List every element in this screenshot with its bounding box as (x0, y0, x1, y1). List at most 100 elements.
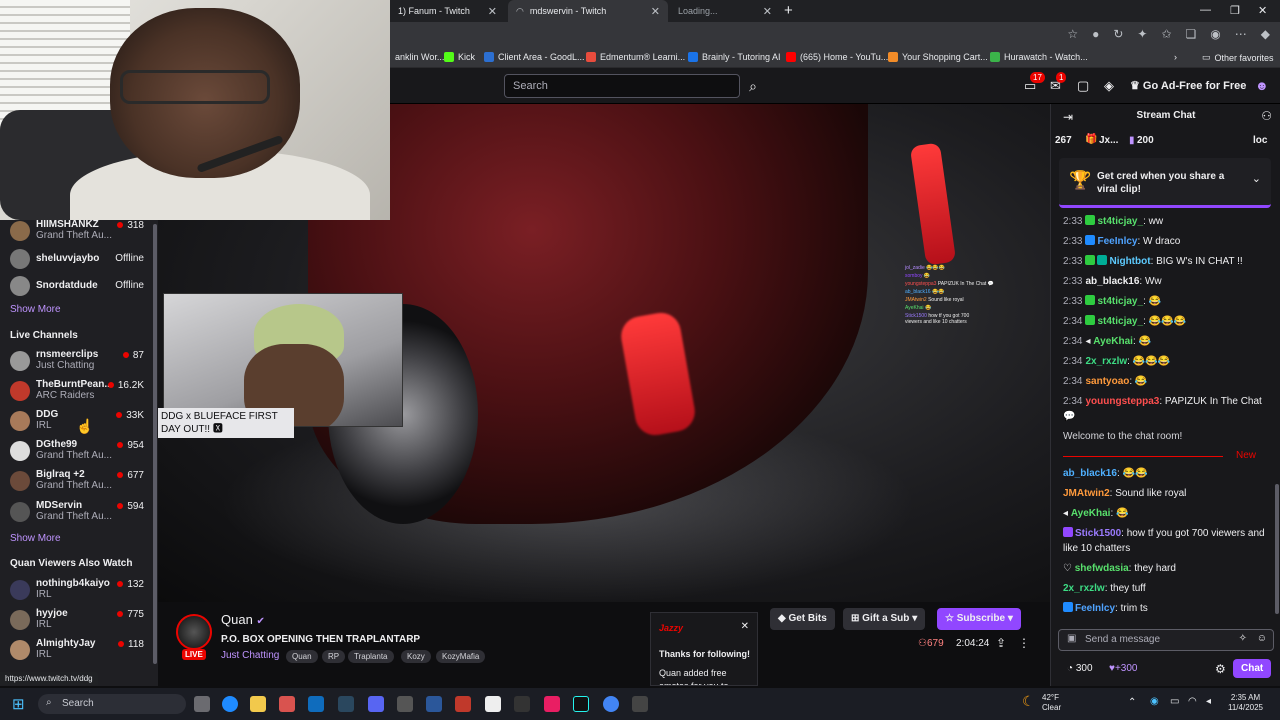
bookmark-item[interactable]: Edmentum® Learni... (586, 52, 685, 62)
chevron-right-icon[interactable]: › (1174, 52, 1177, 62)
collections-icon[interactable]: ❏ (1186, 27, 1197, 41)
chat-username[interactable]: santyoao (1085, 376, 1129, 387)
favorites-icon[interactable]: ✩ (1161, 27, 1171, 41)
chat-username[interactable]: shefwdasia (1075, 563, 1129, 574)
bookmark-item[interactable]: Kick (444, 52, 475, 62)
streamer-avatar[interactable] (176, 614, 212, 650)
wifi-icon[interactable]: ◠ (1188, 696, 1197, 707)
stream-category-link[interactable]: Just Chatting (221, 650, 279, 661)
chat-username[interactable]: Nightbot (1109, 256, 1150, 267)
new-tab-button[interactable]: + (784, 2, 793, 19)
tray-app-icon[interactable]: ◉ (1150, 696, 1159, 707)
search-input[interactable]: Search (504, 74, 740, 98)
community-icon[interactable]: ⚇ (1261, 109, 1272, 123)
sidebar-channel[interactable]: DGthe99 Grand Theft Au... 954 (10, 438, 150, 464)
bookmark-item[interactable]: Brainly - Tutoring AI (688, 52, 781, 62)
chevron-down-icon[interactable]: ⌄ (1252, 172, 1261, 185)
chat-username[interactable]: 2x_rxzlw (1085, 356, 1127, 367)
app-icon[interactable] (455, 696, 471, 712)
chat-username[interactable]: st4ticjay_ (1097, 296, 1143, 307)
chrome-icon[interactable] (603, 696, 619, 712)
star-icon[interactable]: ☆ (1067, 27, 1078, 41)
stream-tag[interactable]: Quan (286, 650, 318, 663)
show-more-link[interactable]: Show More (10, 533, 61, 544)
bookmark-item[interactable]: Your Shopping Cart... (888, 52, 988, 62)
search-button[interactable]: ⌕ (741, 74, 765, 98)
bookmark-item[interactable]: Client Area - GoodL... (484, 52, 585, 62)
channel-preview-thumbnail[interactable] (163, 293, 403, 427)
chat-username[interactable]: FeeInlcy (1075, 603, 1115, 614)
stream-tag[interactable]: RP (322, 650, 346, 663)
discord-icon[interactable] (368, 696, 384, 712)
stream-tag[interactable]: Traplanta (348, 650, 394, 663)
chat-username[interactable]: st4ticjay_ (1097, 216, 1143, 227)
close-icon[interactable]: ✕ (741, 621, 749, 632)
share-icon[interactable]: ⇪ (996, 636, 1006, 650)
edge-icon[interactable] (222, 696, 238, 712)
task-view-icon[interactable] (194, 696, 210, 712)
channel-points[interactable]: ◔ 300 (1067, 663, 1093, 674)
sidebar-channel[interactable]: AlmightyJay IRL 118 (10, 637, 150, 663)
stream-tag[interactable]: KozyMafia (436, 650, 486, 663)
mail-icon[interactable]: ✉ 1 (1050, 72, 1067, 94)
more-options-icon[interactable]: ⋮ (1018, 636, 1030, 650)
chat-username[interactable]: ab_black16 (1085, 276, 1139, 287)
browser-tab-mdswervin[interactable]: ◠ mdswervin - Twitch ✕ (508, 0, 668, 22)
close-icon[interactable]: ✕ (488, 5, 497, 18)
subscribe-button[interactable]: ☆ Subscribe ▾ (937, 608, 1021, 630)
outlook-icon[interactable] (308, 696, 324, 712)
user-avatar[interactable]: ☻ (1255, 78, 1269, 93)
tray-app-icon[interactable]: ▭ (1170, 696, 1179, 707)
sidebar-channel[interactable]: sheluvvjaybo Offline (10, 246, 150, 272)
show-more-link[interactable]: Show More (10, 304, 61, 315)
chevron-up-icon[interactable]: ⌃ (1128, 697, 1136, 708)
close-window-icon[interactable]: ✕ (1258, 4, 1267, 17)
close-icon[interactable]: ✕ (651, 5, 660, 18)
chat-username[interactable]: youungsteppa3 (1085, 396, 1159, 407)
extension-icon[interactable]: ● (1092, 27, 1099, 41)
weather-widget[interactable]: 42°F Clear (1042, 693, 1061, 713)
sidebar-channel[interactable]: nothingb4kaiyo IRL 132 (10, 577, 150, 603)
menu-icon[interactable]: ⋯ (1235, 27, 1247, 41)
app-icon[interactable] (426, 696, 442, 712)
app-icon[interactable] (485, 696, 501, 712)
copilot-icon[interactable]: ◆ (1261, 27, 1270, 41)
app-icon[interactable] (514, 696, 530, 712)
chat-username[interactable]: FeeInlcy (1097, 236, 1137, 247)
chat-username[interactable]: JMAtwin2 (1063, 488, 1110, 499)
bookmark-item[interactable]: Hurawatch - Watch... (990, 52, 1088, 62)
taskbar-clock[interactable]: 2:35 AM 11/4/2025 (1228, 693, 1263, 713)
gift-sub-icon[interactable]: ▣ (1067, 633, 1076, 644)
file-explorer-icon[interactable] (250, 696, 266, 712)
other-favorites[interactable]: ▭ Other favorites (1202, 52, 1274, 63)
bookmark-item[interactable]: anklin Wor... (395, 52, 444, 62)
maximize-icon[interactable]: ❐ (1230, 4, 1240, 17)
sidebar-channel[interactable]: Snordatdude Offline (10, 273, 150, 299)
hype-leaderboard[interactable]: 267 🎁 Jx... ▮ 200 loc (1051, 130, 1280, 152)
chat-username[interactable]: AyeKhai (1093, 336, 1133, 347)
go-ad-free-button[interactable]: ♛ Go Ad-Free for Free (1130, 79, 1246, 92)
get-bits-button[interactable]: ◆ Get Bits (770, 608, 835, 630)
stream-tag[interactable]: Kozy (401, 650, 431, 663)
sidebar-channel[interactable]: rnsmeerclips Just Chatting 87 (10, 348, 150, 374)
app-icon[interactable] (632, 696, 648, 712)
sidebar-channel[interactable]: hyyjoe IRL 775 (10, 607, 150, 633)
app-icon[interactable] (397, 696, 413, 712)
profile-icon[interactable]: ◉ (1210, 27, 1220, 41)
chat-username[interactable]: AyeKhai (1071, 508, 1111, 519)
windows-start-icon[interactable]: ⊞ (12, 695, 25, 713)
steam-icon[interactable] (338, 696, 354, 712)
whispers-icon[interactable]: ▢ (1077, 78, 1089, 94)
tiktok-icon[interactable] (573, 696, 589, 712)
chat-send-button[interactable]: Chat (1233, 659, 1272, 678)
chat-username[interactable]: st4ticjay_ (1097, 316, 1143, 327)
browser-tab-fanum[interactable]: 1) Fanum - Twitch ✕ (390, 0, 505, 22)
settings-gear-icon[interactable]: ⚙ (1215, 662, 1226, 676)
sidebar-channel[interactable]: Biglraq +2 Grand Theft Au... 677 (10, 468, 150, 494)
browser-tab-loading[interactable]: Loading... ✕ (670, 0, 780, 22)
sidebar-scrollbar[interactable] (153, 224, 157, 664)
chat-username[interactable]: 2x_rxzlw (1063, 583, 1105, 594)
app-icon[interactable] (544, 696, 560, 712)
sidebar-channel[interactable]: TheBurntPean... ARC Raiders 16.2K (10, 378, 150, 404)
gift-sub-button[interactable]: ⊞ Gift a Sub ▾ (843, 608, 926, 630)
